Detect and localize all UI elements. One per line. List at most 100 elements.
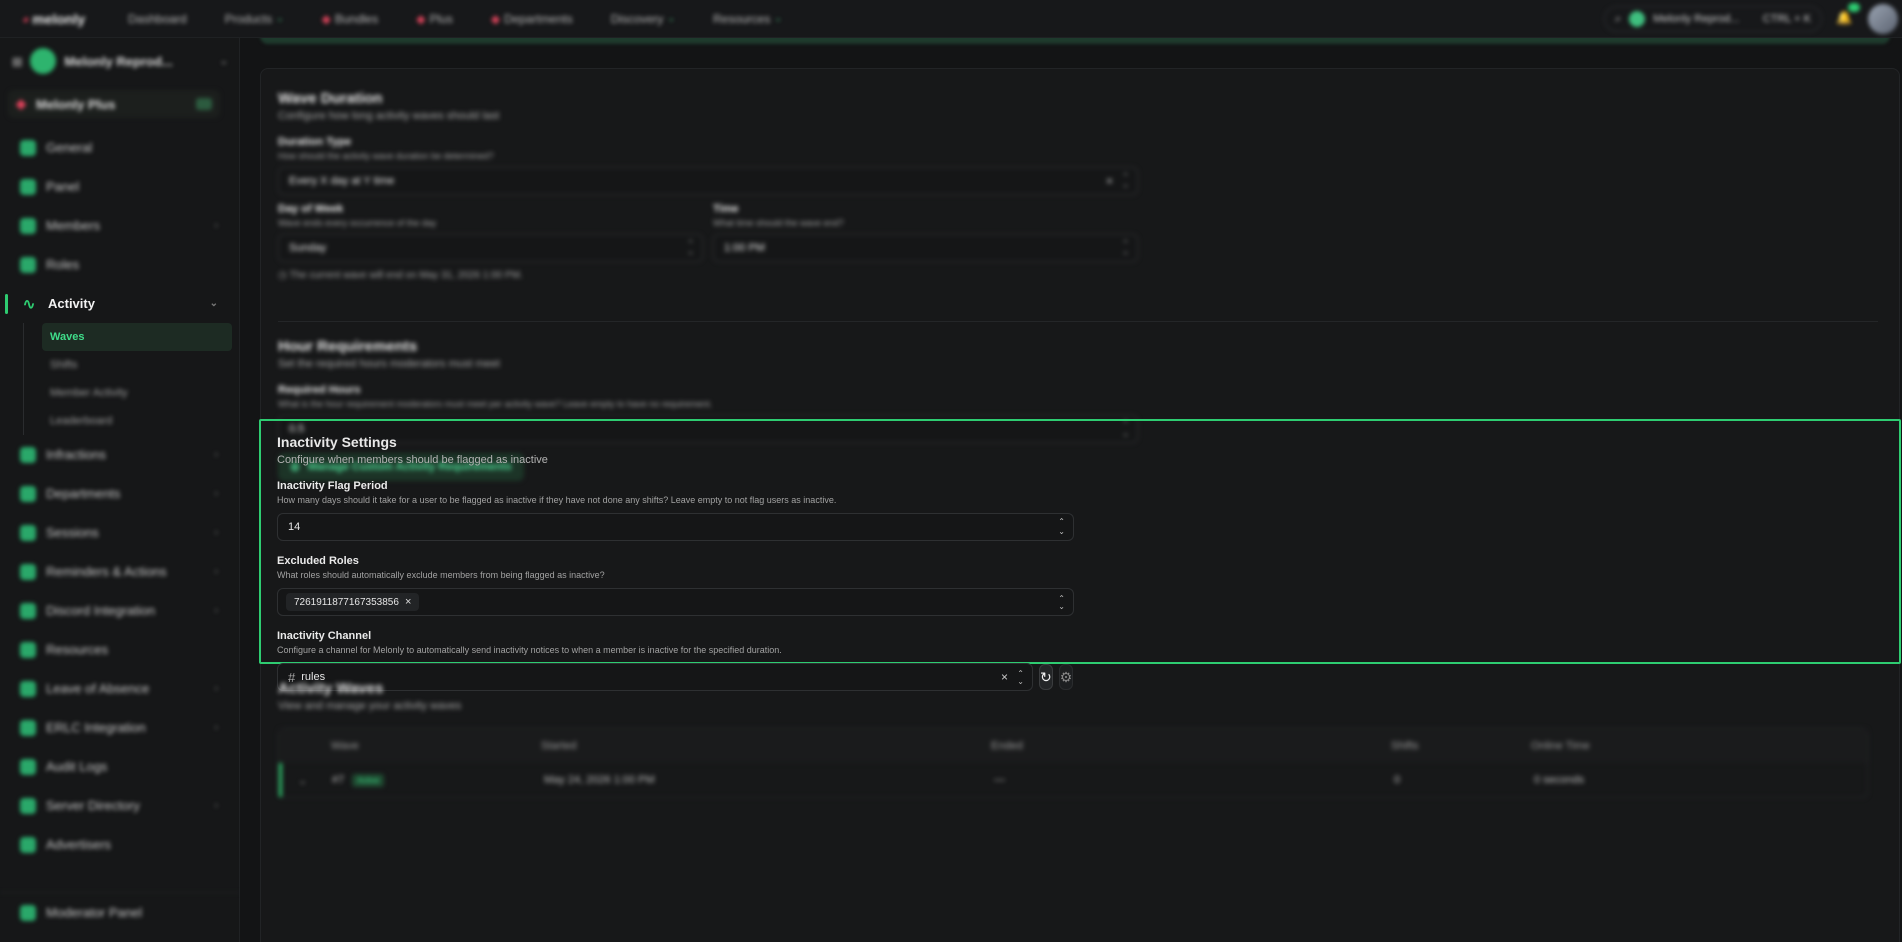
users-icon	[20, 217, 36, 234]
column-header: Wave	[331, 740, 359, 752]
channel-help: Configure a channel for Melonly to autom…	[277, 645, 782, 655]
sidebar-item-advertisers[interactable]: Advertisers	[0, 825, 240, 864]
shifts-cell: 0	[1394, 774, 1401, 786]
nav-plus[interactable]: ◆ Plus	[416, 12, 453, 26]
sidebar-item-infractions[interactable]: Infractions ›	[0, 435, 240, 474]
sidebar-item-general[interactable]: General	[0, 128, 240, 167]
section-subtitle: Configure when members should be flagged…	[277, 454, 548, 466]
started-cell: May 24, 2026 1:00 PM	[544, 774, 655, 786]
status-badge: Active	[352, 773, 385, 787]
channel-label: Inactivity Channel	[277, 630, 372, 642]
sidebar-item-label: Activity	[48, 296, 95, 311]
section-subtitle: View and manage your activity waves	[278, 700, 462, 712]
sidebar-item-reminders[interactable]: Reminders & Actions ›	[0, 552, 240, 591]
sidebar-item-server-directory[interactable]: Server Directory ›	[0, 786, 240, 825]
melonly-logo[interactable]: ◕ melonly	[22, 11, 92, 27]
sidebar-item-roles[interactable]: Roles	[0, 245, 240, 284]
clock-icon: ◷	[278, 270, 287, 281]
main-nav: Dashboard Products ⌄ ◆ Bundles ◆ Plus ◆ Depa…	[128, 12, 782, 26]
excluded-roles-select[interactable]: 7261911877167353856 × ⌃ ⌄	[277, 588, 1074, 616]
nav-resources[interactable]: Resources ⌄	[713, 12, 782, 26]
sidebar-item-departments[interactable]: Departments ›	[0, 474, 240, 513]
calendar-icon	[20, 680, 36, 697]
column-header: Shifts	[1391, 740, 1419, 752]
server-search-button[interactable]: ⌕ Melonly Reprod... CTRL + K	[1604, 6, 1822, 32]
sidebar-subitem-leaderboard[interactable]: Leaderboard	[42, 407, 232, 435]
ended-cell: —	[994, 774, 1005, 786]
server-icon	[30, 48, 57, 74]
table-header: Wave Started Ended Shifts Online Time	[279, 729, 1867, 763]
number-stepper[interactable]: ⌃ ⌄	[1058, 517, 1065, 537]
main-content: Wave Duration Configure how long activit…	[240, 38, 1902, 942]
notifications-button[interactable]: 🔔	[1836, 3, 1860, 28]
server-name: Melonly Reprod...	[64, 53, 173, 69]
column-header: Online Time	[1531, 740, 1590, 752]
wave-end-note: ◷ The current wave will end on May 31, 2…	[278, 270, 523, 281]
sidebar-item-members[interactable]: Members ›	[0, 206, 240, 245]
sidebar-item-activity[interactable]: ∿ Activity ⌄	[0, 284, 240, 323]
flag-period-input[interactable]: 14 ⌃ ⌄	[277, 513, 1074, 541]
sidebar-item-sessions[interactable]: Sessions ›	[0, 513, 240, 552]
nav-dashboard[interactable]: Dashboard	[128, 12, 187, 26]
plus-label: Melonly Plus	[36, 96, 116, 112]
flag-period-value: 14	[288, 521, 301, 533]
day-of-week-label: Day of Week	[278, 203, 344, 215]
sidebar-item-audit-logs[interactable]: Audit Logs	[0, 747, 240, 786]
stepper-up-icon[interactable]: ⌃	[1058, 517, 1065, 527]
sidebar-subitem-waves[interactable]: Waves	[42, 323, 232, 351]
discord-icon	[20, 602, 36, 619]
chevron-right-icon: ›	[214, 220, 218, 231]
bell-icon: 🔔	[1836, 10, 1853, 25]
nav-discovery[interactable]: Discovery ⌄	[611, 12, 675, 26]
top-card-edge	[260, 38, 1890, 44]
submenu-line	[23, 323, 24, 435]
role-chip-label: 7261911877167353856	[294, 596, 399, 608]
sidebar-subitem-shifts[interactable]: Shifts	[42, 351, 232, 379]
plus-badge	[196, 98, 212, 110]
sidebar-item-discord[interactable]: Discord Integration ›	[0, 591, 240, 630]
link-icon	[20, 719, 36, 736]
chevron-down-icon: ⌄	[209, 298, 218, 309]
sidebar-item-erlc[interactable]: ERLC Integration ›	[0, 708, 240, 747]
section-title: Wave Duration	[278, 90, 383, 107]
stepper-down-icon[interactable]: ⌄	[1058, 527, 1065, 537]
melon-icon: ◕	[22, 11, 30, 26]
select-caret-icon: ⌃ ⌄	[1122, 239, 1129, 256]
table-row[interactable]: ⌄ #7 Active May 24, 2026 1:00 PM — 0 0 s…	[279, 763, 1867, 797]
activity-waves-section: Activity Waves View and manage your acti…	[278, 680, 1878, 798]
building-icon	[20, 485, 36, 502]
nav-products[interactable]: Products ⌄	[225, 12, 284, 26]
sidebar-item-leave[interactable]: Leave of Absence ›	[0, 669, 240, 708]
sidebar-subitem-member-activity[interactable]: Member Activity	[42, 379, 232, 407]
time-select[interactable]: 1:00 PM ⌃ ⌄	[713, 234, 1138, 262]
nav-bundles[interactable]: ◆ Bundles	[322, 12, 379, 26]
user-avatar[interactable]	[1868, 4, 1898, 34]
active-indicator	[5, 294, 8, 314]
plus-icon: ◆	[416, 11, 426, 26]
chevron-down-icon: ⌄	[219, 55, 228, 67]
moderator-panel-link[interactable]: Moderator Panel	[0, 892, 240, 932]
bell-icon	[20, 563, 36, 580]
remove-role-icon[interactable]: ×	[405, 596, 411, 608]
server-switcher[interactable]: ▤ Melonly Reprod... ⌄	[12, 46, 228, 76]
flag-period-help: How many days should it take for a user …	[277, 495, 837, 505]
chevron-down-icon[interactable]: ⌄	[282, 774, 332, 787]
flag-period-label: Inactivity Flag Period	[277, 480, 388, 492]
sidebar-item-panel[interactable]: Panel	[0, 167, 240, 206]
sidebar-item-resources[interactable]: Resources	[0, 630, 240, 669]
excluded-roles-label: Excluded Roles	[277, 555, 359, 567]
nav-departments[interactable]: ◆ Departments	[491, 12, 573, 26]
duration-type-select[interactable]: Every X day at Y time × ⌃ ⌄	[278, 167, 1138, 195]
section-subtitle: Configure how long activity waves should…	[278, 110, 500, 122]
chevron-right-icon: ›	[214, 683, 218, 694]
chevron-right-icon: ›	[214, 488, 218, 499]
melonly-plus-item[interactable]: ◆ Melonly Plus	[8, 90, 220, 118]
panel-toggle-icon[interactable]: ▤	[12, 55, 22, 68]
clear-icon[interactable]: ×	[1106, 174, 1113, 188]
day-of-week-select[interactable]: Sunday ⌃ ⌄	[278, 234, 703, 262]
chevron-down-icon: ⌄	[667, 13, 675, 23]
key-icon	[20, 256, 36, 273]
plus-icon: ◆	[16, 96, 26, 111]
directory-icon	[20, 797, 36, 814]
chevron-right-icon: ›	[214, 800, 218, 811]
